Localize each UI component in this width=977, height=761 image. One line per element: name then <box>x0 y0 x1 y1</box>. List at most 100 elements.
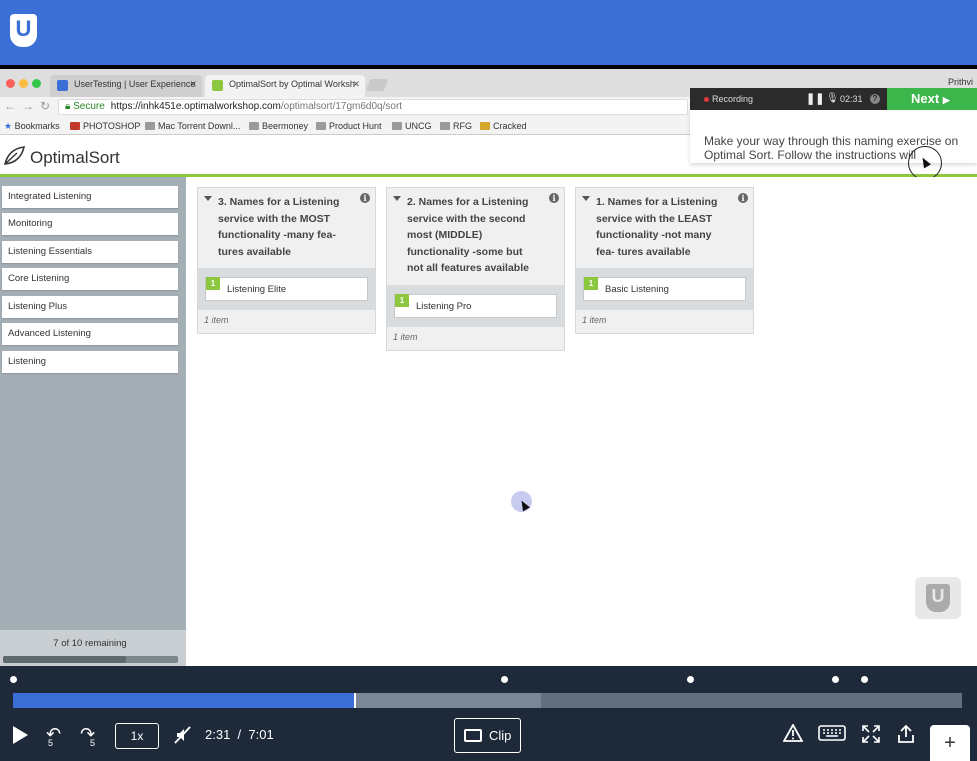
info-icon[interactable]: i <box>549 193 559 203</box>
bookmark-bookmarks[interactable]: ★ Bookmarks <box>4 121 60 132</box>
recording-status: Recording <box>712 94 754 104</box>
help-icon[interactable]: ? <box>870 94 880 104</box>
microphone-icon: 🎙︎ <box>826 93 839 104</box>
browser-tab-usertesting[interactable]: UserTesting | User Experience ✕ <box>50 75 202 97</box>
url-field[interactable]: 🔒︎ Secure https://inhk451e.optimalworksho… <box>58 99 688 115</box>
mute-icon[interactable] <box>174 726 192 749</box>
card-item[interactable]: Advanced Listening <box>2 323 178 345</box>
card-item[interactable]: Listening Essentials <box>2 241 178 263</box>
card-number-badge: 1 <box>395 293 409 307</box>
sidebar-footer: 7 of 10 remaining <box>0 630 186 666</box>
video-player-controls: ↶ 5 ↷ 5 1x 2:31 / 7:01 Clip + <box>0 666 977 761</box>
warning-icon[interactable] <box>782 723 804 747</box>
pause-icon[interactable]: ❚❚ <box>806 92 824 105</box>
play-icon[interactable] <box>13 726 28 744</box>
folder-icon <box>249 122 259 130</box>
close-tab-icon[interactable]: ✕ <box>352 79 360 90</box>
remaining-progress-fill <box>3 656 126 663</box>
skip-back-icon[interactable]: ↶ 5 <box>46 724 61 748</box>
clip-button[interactable]: Clip <box>454 718 521 753</box>
collapse-caret-icon[interactable] <box>204 196 212 201</box>
remaining-progress-bar <box>3 656 178 663</box>
url-path: /optimalsort/17gm6d0q/sort <box>280 101 403 112</box>
star-icon: ★ <box>4 121 13 131</box>
bookmark-mac-torrent[interactable]: Mac Torrent Downl... <box>145 121 240 131</box>
sorted-card-label: Basic Listening <box>605 284 669 295</box>
recording-dot-icon <box>704 97 709 102</box>
video-timeline[interactable] <box>13 693 962 708</box>
group-title: 2. Names for a Listening service with th… <box>407 196 529 274</box>
group-header[interactable]: 3. Names for a Listening service with th… <box>198 188 375 268</box>
usertesting-logo[interactable]: U <box>10 14 37 47</box>
tab-label: OptimalSort by Optimal Worksh <box>229 79 355 89</box>
browser-tab-optimalsort[interactable]: OptimalSort by Optimal Worksh ✕ <box>205 75 365 97</box>
group-drop-zone[interactable]: 1 Listening Elite <box>198 268 375 310</box>
optimalsort-favicon-icon <box>212 80 223 91</box>
card-item[interactable]: Listening <box>2 351 178 373</box>
group-drop-zone[interactable]: 1 Basic Listening <box>576 268 753 310</box>
add-note-button[interactable]: + <box>930 725 970 761</box>
bookmark-uncg[interactable]: UNCG <box>392 121 432 131</box>
sorted-card[interactable]: 1 Listening Pro <box>394 293 557 318</box>
sorted-card-label: Listening Elite <box>227 284 287 295</box>
info-icon[interactable]: i <box>738 193 748 203</box>
optimalsort-leaf-icon <box>3 146 26 165</box>
fullscreen-icon[interactable] <box>861 724 881 749</box>
usertesting-watermark-icon: U <box>915 577 961 619</box>
timeline-played <box>13 693 355 708</box>
card-item[interactable]: Core Listening <box>2 268 178 290</box>
timeline-marker[interactable] <box>501 676 509 683</box>
timeline-playhead[interactable] <box>353 693 356 708</box>
collapse-caret-icon[interactable] <box>393 196 401 201</box>
group-header[interactable]: 1. Names for a Listening service with th… <box>576 188 753 268</box>
back-arrow-icon[interactable]: ← <box>4 99 16 113</box>
share-icon[interactable] <box>896 724 916 749</box>
skip-forward-icon[interactable]: ↷ 5 <box>80 724 95 748</box>
card-number-badge: 1 <box>206 277 220 290</box>
card-item[interactable]: Integrated Listening <box>2 186 178 208</box>
sorted-card[interactable]: 1 Listening Elite <box>205 277 368 301</box>
close-window-dot[interactable] <box>6 79 15 88</box>
group-least[interactable]: 1. Names for a Listening service with th… <box>575 187 754 334</box>
bookmark-product-hunt[interactable]: Product Hunt <box>316 121 382 131</box>
browser-profile-name[interactable]: Prithvi <box>948 77 973 87</box>
close-tab-icon[interactable]: ✕ <box>189 79 197 90</box>
usertesting-favicon-icon <box>57 80 68 91</box>
play-arrow-icon: ▶ <box>942 95 950 105</box>
sorted-card[interactable]: 1 Basic Listening <box>583 277 746 301</box>
secure-label: Secure <box>73 101 105 112</box>
group-drop-zone[interactable]: 1 Listening Pro <box>387 284 564 327</box>
top-bar: U <box>0 0 977 65</box>
bookmark-rfg[interactable]: RFG <box>440 121 472 131</box>
reload-icon[interactable]: ↻ <box>40 99 50 113</box>
photoshop-icon <box>70 122 80 130</box>
playback-speed-button[interactable]: 1x <box>115 723 159 749</box>
timeline-marker[interactable] <box>687 676 695 683</box>
next-button[interactable]: Next ▶ <box>887 88 977 110</box>
group-most[interactable]: 3. Names for a Listening service with th… <box>197 187 376 334</box>
keyboard-icon[interactable] <box>818 724 846 747</box>
video-frame: UserTesting | User Experience ✕ OptimalS… <box>0 69 977 666</box>
sorted-card-label: Listening Pro <box>416 300 472 312</box>
minimize-window-dot[interactable] <box>19 79 28 88</box>
tab-label: UserTesting | User Experience <box>74 79 196 89</box>
timeline-marker[interactable] <box>832 676 840 683</box>
group-middle[interactable]: 2. Names for a Listening service with th… <box>386 187 565 351</box>
new-tab-button[interactable] <box>365 79 389 91</box>
timeline-marker[interactable] <box>860 676 868 683</box>
url-host: https://inhk451e.optimalworkshop.com <box>110 101 281 112</box>
card-item[interactable]: Monitoring <box>2 213 178 235</box>
timeline-marker[interactable] <box>9 676 17 683</box>
sort-canvas: 3. Names for a Listening service with th… <box>186 177 977 666</box>
collapse-caret-icon[interactable] <box>582 196 590 201</box>
bookmark-beermoney[interactable]: Beermoney <box>249 121 308 131</box>
forward-arrow-icon[interactable]: → <box>22 99 34 113</box>
info-icon[interactable]: i <box>360 193 370 203</box>
page-icon <box>145 122 155 130</box>
group-header[interactable]: 2. Names for a Listening service with th… <box>387 188 564 285</box>
bookmark-cracked[interactable]: Cracked <box>480 121 527 131</box>
folder-icon <box>392 122 402 130</box>
bookmark-photoshop[interactable]: PHOTOSHOP <box>70 121 140 131</box>
card-item[interactable]: Listening Plus <box>2 296 178 318</box>
maximize-window-dot[interactable] <box>32 79 41 88</box>
